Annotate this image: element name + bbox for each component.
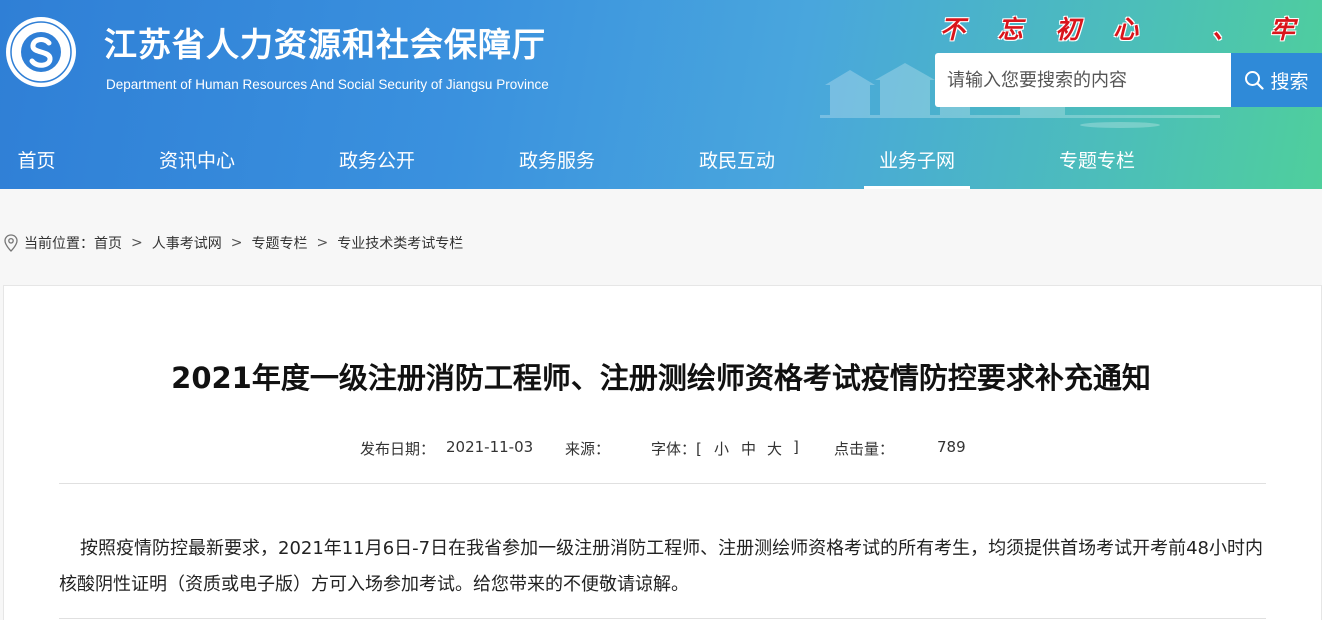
- views-count: 789: [937, 438, 966, 456]
- breadcrumb-separator: >: [230, 235, 243, 251]
- site-logo[interactable]: [4, 15, 78, 89]
- nav-item-news[interactable]: 资讯中心: [156, 134, 238, 189]
- article-title: 2021年度一级注册消防工程师、注册测绘师资格考试疫情防控要求补充通知: [171, 361, 1151, 395]
- site-header: 江苏省人力资源和社会保障厅 Department of Human Resour…: [0, 0, 1322, 189]
- main-nav: 首页 资讯中心 政务公开 政务服务 政民互动 业务子网 专题专栏: [0, 134, 1322, 189]
- publish-date: 2021-11-03: [446, 438, 534, 456]
- font-size-large[interactable]: 大: [767, 438, 782, 459]
- font-size-close: ]: [793, 438, 799, 456]
- breadcrumb-home[interactable]: 首页: [94, 233, 122, 253]
- breadcrumb: 当前位置： 首页 > 人事考试网 > 专题专栏 > 专业技术类考试专栏: [4, 233, 463, 253]
- body-divider: [59, 618, 1266, 619]
- location-pin-icon: [4, 234, 18, 252]
- search-button-label: 搜索: [1270, 70, 1309, 93]
- nav-item-topics[interactable]: 专题专栏: [1056, 134, 1138, 189]
- breadcrumb-prefix: 当前位置：: [24, 236, 94, 252]
- font-size-small[interactable]: 小: [714, 438, 729, 459]
- source-label: 来源：: [565, 440, 611, 458]
- search-button[interactable]: 搜索: [1231, 53, 1322, 107]
- publish-date-label: 发布日期：: [360, 440, 436, 458]
- site-title: 江苏省人力资源和社会保障厅: [104, 25, 546, 64]
- slogan: 不 忘 初 心 、 牢 记 使 命: [940, 15, 1307, 44]
- search-input[interactable]: [935, 53, 1231, 107]
- font-size-medium[interactable]: 中: [741, 438, 756, 459]
- article-body: 按照疫情防控最新要求，2021年11月6日-7日在我省参加一级注册消防工程师、注…: [59, 538, 1264, 595]
- site-subtitle: Department of Human Resources And Social…: [106, 77, 549, 92]
- breadcrumb-topics[interactable]: 专题专栏: [251, 233, 307, 253]
- views-label: 点击量：: [834, 440, 895, 458]
- search-icon: [1245, 71, 1265, 90]
- nav-item-gov-services[interactable]: 政务服务: [516, 134, 598, 189]
- nav-item-home[interactable]: 首页: [16, 134, 57, 189]
- meta-divider: [59, 483, 1266, 484]
- font-size-label: 字体：[: [651, 440, 702, 458]
- nav-item-gov-affairs[interactable]: 政务公开: [336, 134, 418, 189]
- breadcrumb-separator: >: [316, 235, 329, 251]
- breadcrumb-exam-site[interactable]: 人事考试网: [152, 233, 222, 253]
- article-meta: 发布日期： 2021-11-03 来源： 字体：[ 小 中 大 ] 点击量： 7…: [0, 438, 1322, 458]
- nav-item-business-subsites[interactable]: 业务子网: [864, 134, 970, 189]
- nav-item-interaction[interactable]: 政民互动: [696, 134, 778, 189]
- breadcrumb-separator: >: [131, 235, 143, 251]
- breadcrumb-professional-exams[interactable]: 专业技术类考试专栏: [337, 233, 463, 253]
